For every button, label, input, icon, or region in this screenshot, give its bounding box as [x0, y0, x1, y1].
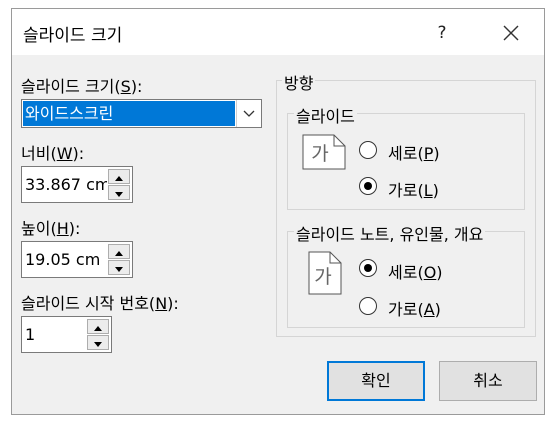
height-value[interactable]: 19.05 cm — [25, 250, 107, 269]
height-spinner[interactable]: 19.05 cm — [21, 241, 133, 278]
arrow-down-icon — [115, 267, 123, 272]
height-increment-button[interactable] — [108, 244, 130, 259]
arrow-up-icon — [115, 251, 123, 256]
width-label: 너비(W): — [21, 144, 85, 163]
width-spinner[interactable]: 33.867 cm — [21, 166, 133, 203]
dialog-title: 슬라이드 크기 — [23, 26, 123, 46]
width-increment-button[interactable] — [108, 169, 130, 184]
slides-portrait-label[interactable]: 세로(P) — [388, 140, 440, 164]
arrow-up-icon — [94, 326, 102, 331]
slides-group-title: 슬라이드 — [294, 103, 357, 127]
arrow-down-icon — [115, 192, 123, 197]
dropdown-arrow[interactable] — [236, 100, 261, 127]
slide-size-dialog: 슬라이드 크기 ? 슬라이드 크기(S): 와이드스크린 너비(W): 33.8… — [11, 8, 545, 415]
close-button[interactable] — [494, 19, 528, 47]
landscape-page-icon: 가 — [302, 134, 346, 170]
slides-portrait-radio[interactable] — [359, 141, 377, 159]
notes-landscape-radio[interactable] — [359, 297, 377, 315]
start-number-spinner[interactable]: 1 — [21, 316, 112, 353]
orientation-group-title: 방향 — [282, 70, 316, 94]
page-icon-glyph: 가 — [311, 143, 328, 165]
start-number-value[interactable]: 1 — [25, 325, 85, 344]
height-decrement-button[interactable] — [108, 260, 130, 275]
notes-portrait-radio[interactable] — [359, 259, 377, 277]
portrait-page-icon: 가 — [308, 251, 342, 295]
start-number-increment-button[interactable] — [87, 319, 109, 334]
width-value[interactable]: 33.867 cm — [25, 175, 107, 194]
arrow-up-icon — [115, 176, 123, 181]
help-button[interactable]: ? — [427, 19, 457, 47]
start-number-label: 슬라이드 시작 번호(N): — [21, 294, 179, 313]
close-icon — [503, 25, 519, 41]
arrow-down-icon — [94, 342, 102, 347]
slides-landscape-label[interactable]: 가로(L) — [388, 177, 439, 201]
cancel-button[interactable]: 취소 — [439, 361, 537, 401]
notes-landscape-label[interactable]: 가로(A) — [388, 296, 441, 320]
slide-size-select[interactable]: 와이드스크린 — [21, 99, 262, 128]
start-number-decrement-button[interactable] — [87, 335, 109, 350]
ok-button[interactable]: 확인 — [327, 361, 425, 401]
chevron-down-icon — [243, 110, 255, 117]
slide-size-value: 와이드스크린 — [23, 101, 235, 126]
page-icon-glyph: 가 — [314, 266, 331, 288]
slides-landscape-radio[interactable] — [359, 177, 377, 195]
height-label: 높이(H): — [21, 219, 81, 238]
width-decrement-button[interactable] — [108, 185, 130, 200]
notes-portrait-label[interactable]: 세로(O) — [388, 259, 443, 283]
notes-group-title: 슬라이드 노트, 유인물, 개요 — [294, 221, 486, 245]
title-bar: 슬라이드 크기 ? — [12, 9, 544, 55]
slide-size-label: 슬라이드 크기(S): — [21, 77, 143, 96]
